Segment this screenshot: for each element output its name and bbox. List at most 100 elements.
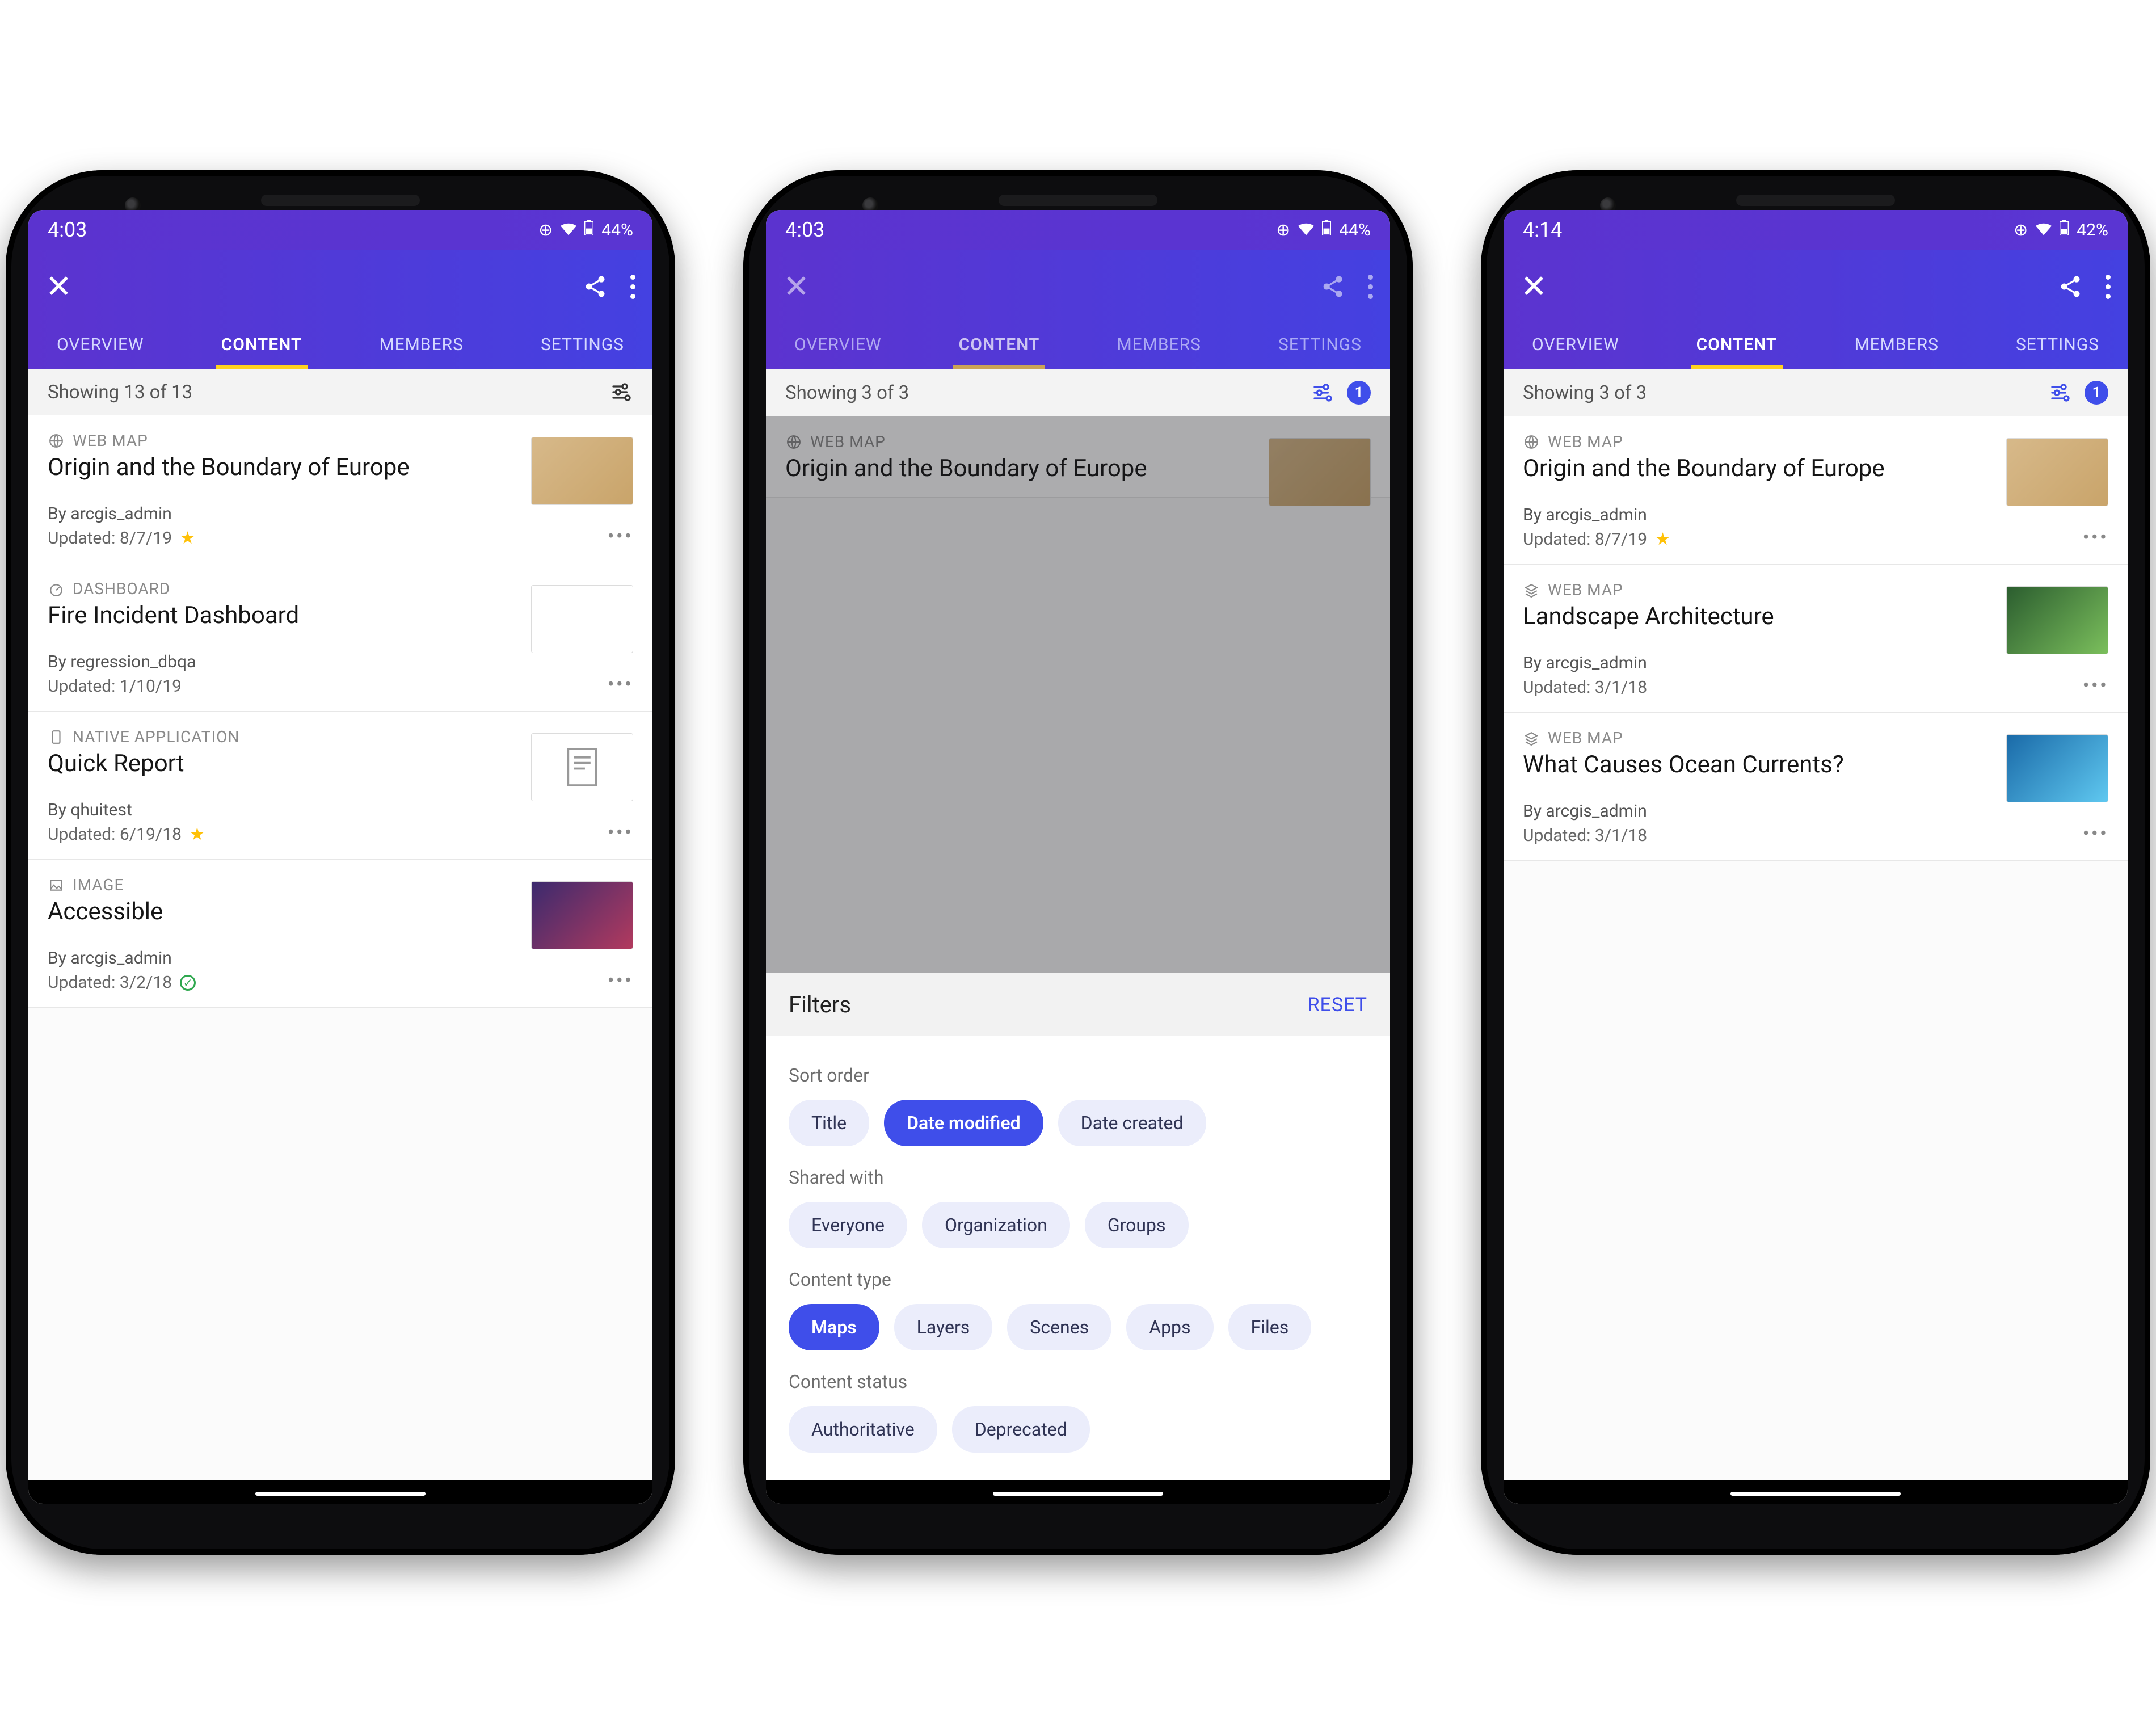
item-title: Origin and the Boundary of Europe	[48, 453, 468, 481]
chip-date-created[interactable]: Date created	[1058, 1100, 1206, 1146]
list-item[interactable]: DASHBOARD Fire Incident Dashboard By reg…	[28, 563, 652, 712]
content-list[interactable]: WEB MAP Origin and the Boundary of Europ…	[28, 415, 652, 1504]
item-type: IMAGE	[73, 876, 124, 894]
item-title: Origin and the Boundary of Europe	[1523, 455, 1943, 482]
showing-count: Showing 13 of 13	[48, 381, 192, 403]
tab-members[interactable]: MEMBERS	[368, 321, 474, 369]
android-status-bar: 4:03 ⊕ 44%	[28, 210, 652, 250]
wifi-icon	[1298, 220, 1314, 240]
android-nav-bar	[1504, 1480, 2128, 1504]
phone-icon	[48, 729, 65, 746]
tab-members[interactable]: MEMBERS	[1843, 321, 1949, 369]
more-icon[interactable]	[630, 275, 635, 299]
section-content-status: Content status	[789, 1371, 1367, 1392]
dashboard-icon	[48, 580, 65, 598]
chip-everyone[interactable]: Everyone	[789, 1202, 907, 1248]
chip-groups[interactable]: Groups	[1085, 1202, 1189, 1248]
device-frame-1: 4:03 ⊕ 44% ✕ OVERVIEW CONTENT MEMBERS SE…	[6, 170, 675, 1555]
filter-icon[interactable]	[2049, 381, 2072, 404]
close-button[interactable]: ✕	[1521, 271, 1547, 302]
reset-button[interactable]: RESET	[1308, 994, 1367, 1016]
filters-panel: Filters RESET Sort order Title Date modi…	[766, 973, 1390, 1480]
list-subbar: Showing 3 of 3 1	[766, 369, 1390, 416]
image-icon	[48, 877, 65, 894]
tab-settings[interactable]: SETTINGS	[529, 321, 635, 369]
section-shared-with: Shared with	[789, 1167, 1367, 1188]
chip-title[interactable]: Title	[789, 1100, 869, 1146]
tab-members[interactable]: MEMBERS	[1105, 321, 1212, 369]
wifi-icon	[561, 220, 576, 240]
chip-files[interactable]: Files	[1228, 1304, 1312, 1350]
wifi-icon	[2036, 220, 2052, 240]
close-button[interactable]: ✕	[783, 271, 810, 302]
list-subbar: Showing 13 of 13	[28, 369, 652, 415]
vibrate-icon: ⊕	[538, 220, 553, 240]
share-icon[interactable]	[2058, 274, 2083, 299]
tab-settings[interactable]: SETTINGS	[2005, 321, 2111, 369]
android-nav-bar	[28, 1480, 652, 1504]
list-item[interactable]: NATIVE APPLICATION Quick Report By qhuit…	[28, 712, 652, 860]
tab-settings[interactable]: SETTINGS	[1267, 321, 1373, 369]
chip-maps[interactable]: Maps	[789, 1304, 879, 1350]
item-more-icon[interactable]: •••	[2083, 525, 2108, 549]
list-item[interactable]: IMAGE Accessible By arcgis_admin Updated…	[28, 860, 652, 1008]
globe-icon	[1523, 434, 1540, 451]
status-time: 4:14	[1523, 218, 1562, 242]
tab-overview[interactable]: OVERVIEW	[1521, 321, 1631, 369]
list-item[interactable]: WEB MAP What Causes Ocean Currents? By a…	[1504, 713, 2128, 861]
item-author: By arcgis_admin	[48, 948, 633, 968]
item-author: By arcgis_admin	[48, 504, 633, 524]
tab-content[interactable]: CONTENT	[948, 321, 1051, 369]
more-icon[interactable]	[2106, 275, 2111, 299]
android-nav-bar	[766, 1480, 1390, 1504]
tab-overview[interactable]: OVERVIEW	[783, 321, 893, 369]
battery-icon	[584, 220, 593, 240]
item-more-icon[interactable]: •••	[2083, 822, 2108, 845]
app-header: ✕ OVERVIEW CONTENT MEMBERS SETTINGS	[1504, 250, 2128, 369]
section-sort-order: Sort order	[789, 1065, 1367, 1086]
chip-deprecated[interactable]: Deprecated	[952, 1406, 1090, 1453]
layers-icon	[1523, 582, 1540, 599]
earpiece	[1736, 195, 1895, 206]
list-item[interactable]: WEB MAP Landscape Architecture By arcgis…	[1504, 565, 2128, 713]
chip-organization[interactable]: Organization	[922, 1202, 1070, 1248]
tab-content[interactable]: CONTENT	[210, 321, 314, 369]
item-more-icon[interactable]: •••	[608, 969, 633, 992]
chip-layers[interactable]: Layers	[894, 1304, 993, 1350]
item-more-icon[interactable]: •••	[608, 524, 633, 548]
item-more-icon[interactable]: •••	[2083, 674, 2108, 697]
list-item[interactable]: WEB MAP Origin and the Boundary of Europ…	[1504, 416, 2128, 565]
filter-badge: 1	[1347, 381, 1371, 405]
item-more-icon[interactable]: •••	[608, 821, 633, 844]
chip-authoritative[interactable]: Authoritative	[789, 1406, 937, 1453]
tab-content[interactable]: CONTENT	[1685, 321, 1789, 369]
battery-percent: 44%	[1339, 220, 1371, 240]
chip-scenes[interactable]: Scenes	[1007, 1304, 1111, 1350]
item-type: WEB MAP	[73, 431, 148, 450]
status-time: 4:03	[785, 218, 824, 242]
battery-percent: 42%	[2077, 220, 2108, 240]
list-item[interactable]: WEB MAP Origin and the Boundary of Europ…	[28, 415, 652, 563]
star-icon: ★	[1655, 529, 1670, 549]
share-icon[interactable]	[1320, 274, 1345, 299]
chip-apps[interactable]: Apps	[1126, 1304, 1213, 1350]
item-updated: Updated: 3/1/18	[1523, 826, 1647, 845]
list-subbar: Showing 3 of 3 1	[1504, 369, 2128, 416]
more-icon[interactable]	[1368, 275, 1373, 299]
battery-percent: 44%	[601, 220, 633, 240]
item-title: Accessible	[48, 898, 468, 925]
chip-date-modified[interactable]: Date modified	[884, 1100, 1043, 1146]
filter-icon[interactable]	[1312, 381, 1334, 404]
item-more-icon[interactable]: •••	[608, 672, 633, 696]
earpiece	[261, 195, 420, 206]
tab-overview[interactable]: OVERVIEW	[45, 321, 155, 369]
filter-icon[interactable]	[610, 381, 633, 403]
android-status-bar: 4:03 ⊕ 44%	[766, 210, 1390, 250]
item-title: Landscape Architecture	[1523, 603, 1943, 630]
close-button[interactable]: ✕	[45, 271, 72, 302]
item-thumbnail	[531, 881, 633, 949]
item-updated: Updated: 8/7/19	[48, 528, 172, 548]
item-author: By arcgis_admin	[1523, 801, 2108, 821]
share-icon[interactable]	[583, 274, 608, 299]
device-frame-2: 4:03 ⊕ 44% ✕ OVERVIEW CONTENT MEMBERS SE…	[743, 170, 1413, 1555]
